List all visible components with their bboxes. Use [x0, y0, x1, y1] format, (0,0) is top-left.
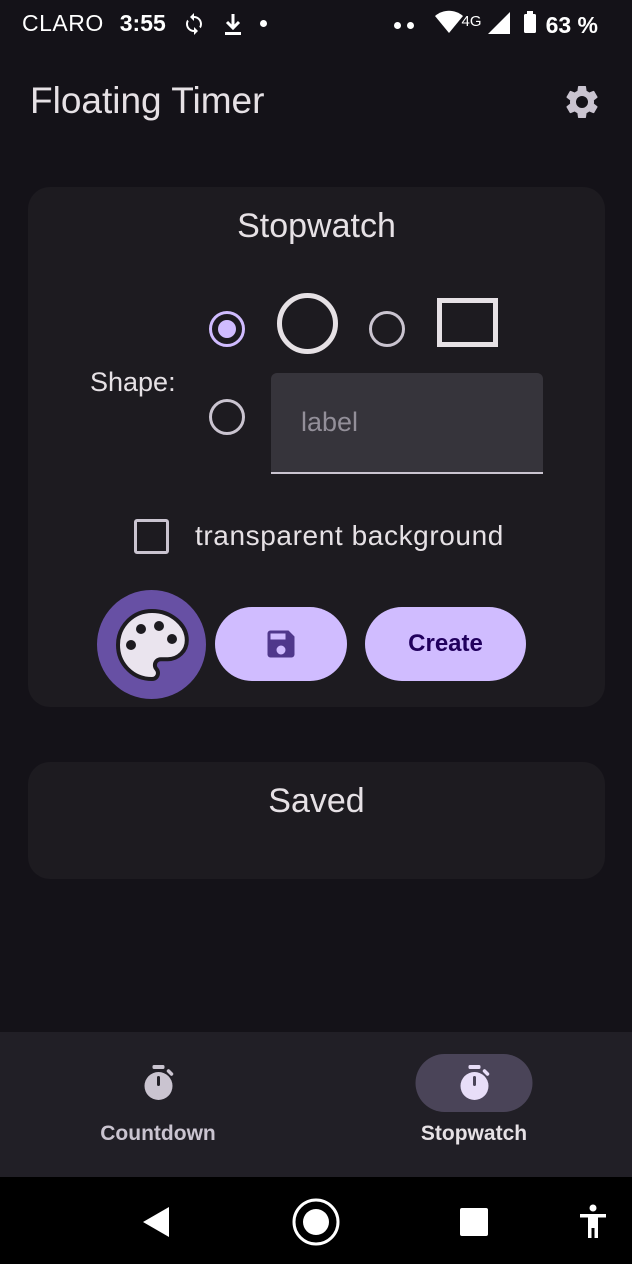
accessibility-icon [580, 1204, 606, 1238]
shape-label: Shape: [90, 367, 176, 397]
palette-icon [115, 608, 189, 681]
app-title: Floating Timer [30, 80, 265, 121]
shape-radio-label[interactable] [209, 399, 245, 435]
nav-label: Countdown [100, 1122, 216, 1145]
create-button[interactable]: Create [365, 607, 526, 681]
notification-dot-icon [259, 20, 267, 27]
carrier-name: CLARO [22, 10, 104, 36]
bottom-navigation: Countdown Stopwatch [0, 1032, 632, 1177]
shape-radio-rectangle[interactable] [369, 311, 405, 347]
saved-title: Saved [268, 782, 365, 820]
card-title: Stopwatch [237, 207, 396, 245]
notification-dot-icon [406, 21, 414, 29]
save-button[interactable] [215, 607, 347, 681]
home-button[interactable] [291, 1197, 341, 1247]
home-circle-icon [292, 1198, 340, 1246]
sync-icon [182, 12, 206, 36]
clock: 3:55 [119, 10, 166, 36]
rectangle-shape-icon [437, 298, 498, 347]
back-button[interactable] [131, 1197, 181, 1247]
nav-indicator [415, 1054, 533, 1112]
recents-button[interactable] [449, 1197, 499, 1247]
signal-icon [487, 10, 510, 40]
transparent-background-label[interactable]: transparent background [195, 520, 504, 552]
battery-icon [523, 11, 536, 39]
back-triangle-icon [143, 1207, 169, 1237]
shape-radio-circle[interactable] [209, 311, 245, 347]
screen: CLARO 3:55 4G 63 % Floating Timer Stopwa… [0, 0, 632, 1264]
status-bar: CLARO 3:55 4G 63 % [0, 0, 632, 46]
battery-percent: 63 % [545, 11, 598, 38]
notification-dot-icon [393, 21, 401, 29]
download-icon [222, 12, 244, 36]
system-navigation-bar [0, 1177, 632, 1264]
nav-indicator [100, 1054, 217, 1112]
label-field[interactable] [271, 373, 543, 474]
nav-label: Stopwatch [420, 1122, 528, 1145]
label-input[interactable] [271, 373, 543, 472]
stopwatch-icon [460, 1065, 489, 1100]
settings-button[interactable] [560, 80, 604, 124]
nav-item-stopwatch[interactable]: Stopwatch [316, 1032, 632, 1177]
stopwatch-icon [144, 1065, 173, 1100]
stopwatch-config-card: Stopwatch Shape: transparent background [28, 187, 605, 707]
transparent-background-checkbox[interactable] [134, 519, 169, 554]
circle-shape-icon [277, 293, 338, 354]
saved-card: Saved [28, 762, 605, 879]
gear-icon [566, 85, 598, 118]
save-icon [267, 630, 295, 658]
accessibility-button[interactable] [568, 1197, 618, 1247]
wifi-icon [434, 10, 464, 40]
nav-item-countdown[interactable]: Countdown [0, 1032, 316, 1177]
color-palette-button[interactable] [97, 590, 206, 699]
network-type: 4G [461, 12, 482, 30]
recents-square-icon [460, 1208, 488, 1236]
